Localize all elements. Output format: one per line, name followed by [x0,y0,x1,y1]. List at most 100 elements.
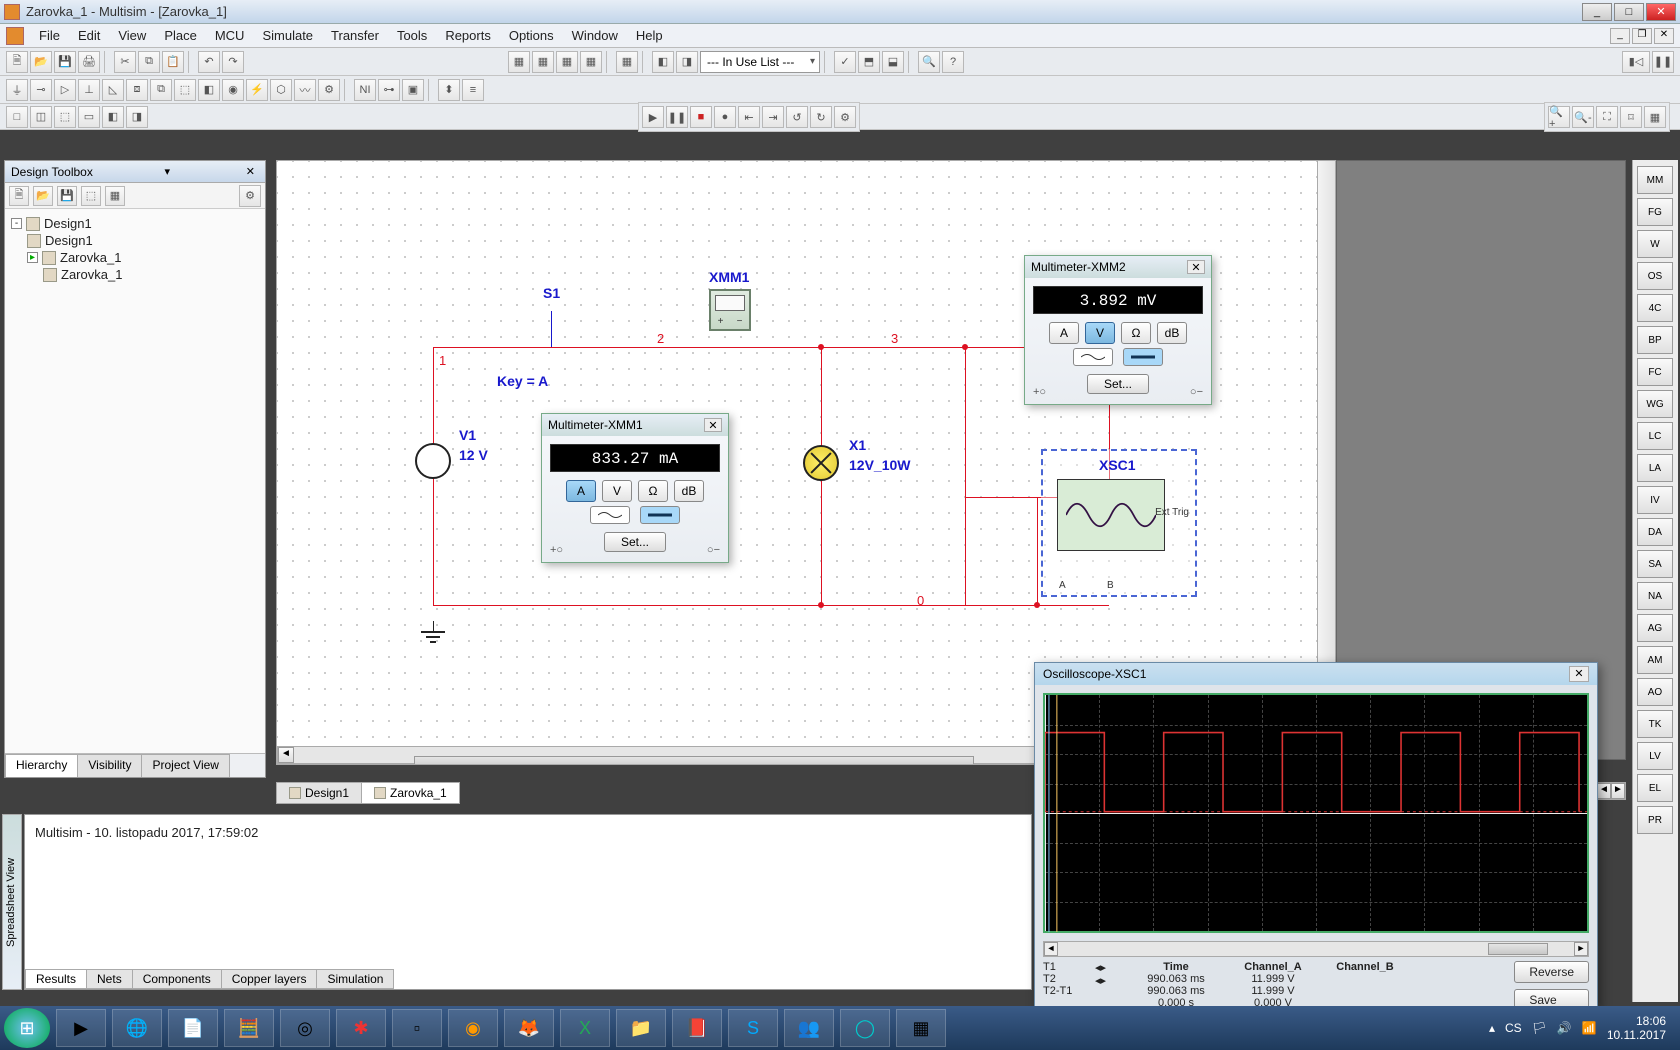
sim-step-a[interactable]: ⇤ [738,106,760,128]
sim-stop-button[interactable]: ■ [690,106,712,128]
hscroll-left[interactable]: ◄ [278,747,294,763]
comp-rf[interactable]: 〰 [294,79,316,101]
task-app-red[interactable]: ✱ [336,1009,386,1047]
zoom-in-button[interactable]: 🔍+ [1548,106,1570,128]
mm1-dc-button[interactable] [640,506,680,524]
place-btn-4[interactable]: ▭ [78,106,100,128]
save-button[interactable]: 💾 [54,51,76,73]
task-chrome[interactable]: ◎ [280,1009,330,1047]
instr-bode[interactable]: BP [1637,326,1673,354]
help-button[interactable]: ? [942,51,964,73]
tab-visibility[interactable]: Visibility [77,754,142,777]
mm1-ac-button[interactable] [590,506,630,524]
switch-symbol[interactable] [551,311,552,347]
task-skype[interactable]: S [728,1009,778,1047]
mm1-mode-db[interactable]: dB [674,480,704,502]
mm1-mode-ohm[interactable]: Ω [638,480,668,502]
instr-scope[interactable]: OS [1637,262,1673,290]
comp-misc[interactable]: ⬡ [270,79,292,101]
zoom-sheet-button[interactable]: ▦ [1644,106,1666,128]
db-button-3[interactable]: ▦ [556,51,578,73]
doc-tab-right[interactable]: ► [1611,783,1625,799]
mdi-minimize[interactable]: _ [1610,28,1630,44]
osc-scroll-left[interactable]: ◄ [1044,942,1058,956]
copy-button[interactable]: ⧉ [138,51,160,73]
multimeter-xmm2-window[interactable]: Multimeter-XMM2✕ 3.892 mV A V Ω dB Set..… [1024,255,1212,405]
sim-record-button[interactable]: ● [714,106,736,128]
menu-reports[interactable]: Reports [436,25,500,46]
start-button[interactable]: ⊞ [4,1008,50,1048]
comp-basic[interactable]: ⊸ [30,79,52,101]
mm2-mode-v[interactable]: V [1085,322,1115,344]
instr-tek[interactable]: TK [1637,710,1673,738]
zoom-fit-button[interactable]: ⌑ [1620,106,1642,128]
comp-cmos[interactable]: ⧉ [150,79,172,101]
mm2-ac-button[interactable] [1073,348,1113,366]
menu-window[interactable]: Window [563,25,627,46]
doc-tabs-scroll[interactable]: ◄ ► [1596,782,1626,800]
doc-tab-design1[interactable]: Design1 [276,782,362,804]
place-btn-3[interactable]: ⬚ [54,106,76,128]
ss-tab-copper[interactable]: Copper layers [221,969,318,989]
sim-step-b[interactable]: ⇥ [762,106,784,128]
instr-multimeter[interactable]: MM [1637,166,1673,194]
task-media-player[interactable]: ▶ [56,1009,106,1047]
tree-zarovka-folder[interactable]: ▸Zarovka_1 [27,249,259,266]
mm1-mode-a[interactable]: A [566,480,596,502]
instr-net[interactable]: NA [1637,582,1673,610]
place-btn-6[interactable]: ◨ [126,106,148,128]
zoom-out-button[interactable]: 🔍- [1572,106,1594,128]
comp-connector[interactable]: ⊶ [378,79,400,101]
osc-time-scroll[interactable]: ◄ ► [1043,941,1589,957]
db-button-5[interactable]: ▦ [616,51,638,73]
osc-t1-stepper[interactable]: ◂▸ [1095,961,1119,974]
ss-tab-components[interactable]: Components [132,969,222,989]
tray-clock[interactable]: 18:06 10.11.2017 [1607,1014,1666,1043]
db-button-2[interactable]: ▦ [532,51,554,73]
instr-funcgen[interactable]: FG [1637,198,1673,226]
misc-button-2[interactable]: ◨ [676,51,698,73]
mm2-dc-button[interactable] [1123,348,1163,366]
task-app-2[interactable]: ◉ [448,1009,498,1047]
mm1-close-button[interactable]: ✕ [704,418,722,432]
mm2-close-button[interactable]: ✕ [1187,260,1205,274]
mdi-close[interactable]: ✕ [1654,28,1674,44]
mm2-mode-db[interactable]: dB [1157,322,1187,344]
menu-view[interactable]: View [109,25,155,46]
task-calc[interactable]: 🧮 [224,1009,274,1047]
instr-iv[interactable]: IV [1637,486,1673,514]
hscroll-thumb[interactable] [414,756,974,765]
tb-tool-5[interactable]: ▦ [105,186,125,206]
tree-design1-child[interactable]: Design1 [27,232,259,249]
instr-elvis[interactable]: EL [1637,774,1673,802]
task-explorer[interactable]: 📁 [616,1009,666,1047]
place-btn-5[interactable]: ◧ [102,106,124,128]
spreadsheet-title[interactable]: Spreadsheet View [2,814,22,990]
comp-indicator[interactable]: ◉ [222,79,244,101]
lamp-symbol[interactable] [803,445,839,481]
task-firefox[interactable]: 🦊 [504,1009,554,1047]
mm1-mode-v[interactable]: V [602,480,632,502]
ss-tab-nets[interactable]: Nets [86,969,133,989]
tb-tool-4[interactable]: ⬚ [81,186,101,206]
undo-button[interactable]: ↶ [198,51,220,73]
tb-tool-3[interactable]: 💾 [57,186,77,206]
osc-screen[interactable] [1043,693,1589,933]
comp-hier[interactable]: ⬍ [438,79,460,101]
comp-analog[interactable]: ◺ [102,79,124,101]
instr-agilent-mm[interactable]: AM [1637,646,1673,674]
place-btn-1[interactable]: □ [6,106,28,128]
sim-misc[interactable]: ⚙ [834,106,856,128]
task-pdf[interactable]: 📕 [672,1009,722,1047]
in-use-combo[interactable]: --- In Use List --- [700,51,820,73]
task-multisim[interactable]: ▦ [896,1009,946,1047]
tree-zarovka-sheet[interactable]: Zarovka_1 [43,266,259,283]
tab-hierarchy[interactable]: Hierarchy [5,754,78,777]
menu-simulate[interactable]: Simulate [253,25,322,46]
instr-word[interactable]: WG [1637,390,1673,418]
oscilloscope-window[interactable]: Oscilloscope-XSC1✕ ◄ ► T1 T2 T2-T1 ◂▸ ◂▸ [1034,662,1598,1008]
task-app-1[interactable]: ▫ [392,1009,442,1047]
comp-mixed[interactable]: ◧ [198,79,220,101]
comp-diode[interactable]: ▷ [54,79,76,101]
db-button-1[interactable]: ▦ [508,51,530,73]
